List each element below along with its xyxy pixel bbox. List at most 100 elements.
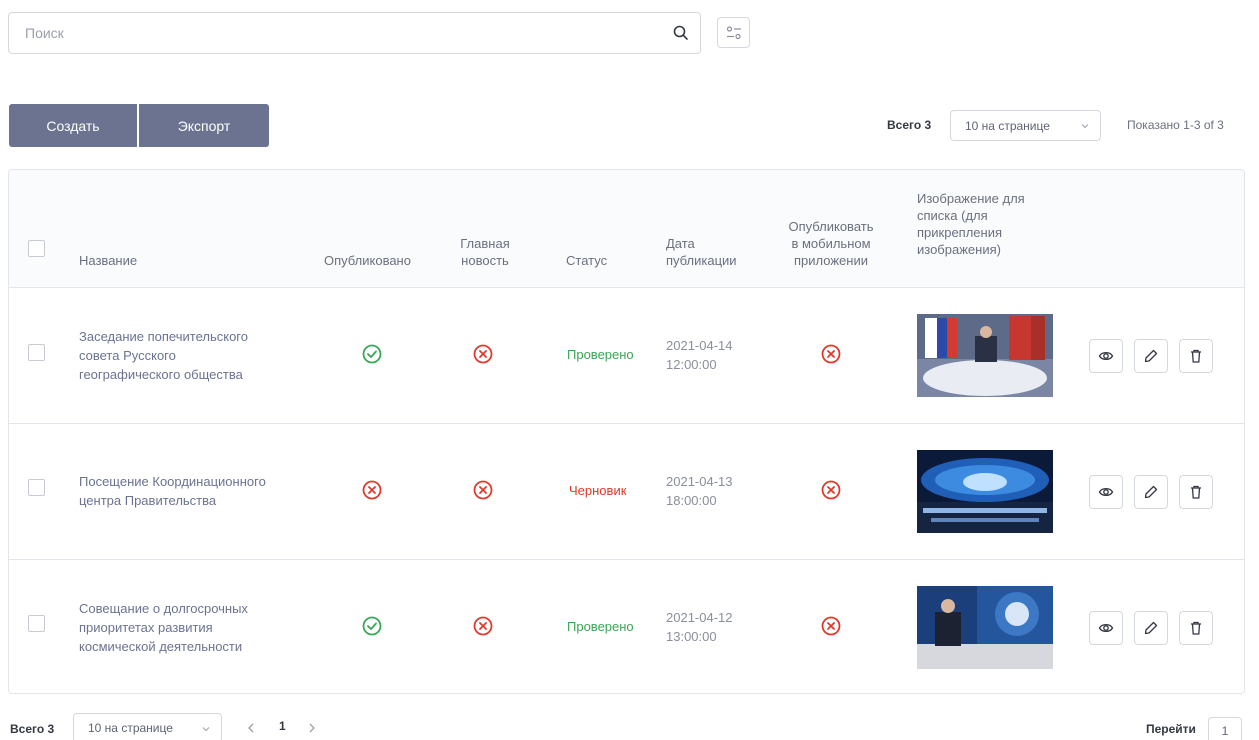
column-header-main-news-line: новость — [461, 253, 509, 268]
footer-page-size-select[interactable]: 10 на странице — [73, 713, 222, 740]
column-header-image-line: прикрепления — [917, 225, 1003, 240]
chevron-right-icon[interactable] — [307, 722, 317, 734]
column-header-mobile-line: Опубликовать — [788, 219, 874, 234]
select-all-checkbox[interactable] — [28, 240, 45, 257]
status-badge: Проверено — [567, 347, 634, 362]
column-header-mobile-line: приложении — [794, 253, 868, 268]
current-page-number[interactable]: 1 — [279, 719, 286, 733]
page-size-value: 10 на странице — [965, 118, 1050, 133]
news-thumbnail[interactable] — [917, 314, 1053, 397]
edit-button[interactable] — [1134, 339, 1168, 373]
create-button[interactable]: Создать — [9, 104, 137, 147]
edit-button[interactable] — [1134, 611, 1168, 645]
status-badge: Черновик — [569, 483, 627, 498]
search-box — [8, 12, 701, 54]
chevron-left-icon[interactable] — [246, 722, 256, 734]
cross-circle-icon — [821, 616, 841, 636]
publication-date-time: 12:00:00 — [666, 357, 717, 372]
delete-button[interactable] — [1179, 611, 1213, 645]
column-header-pub-date-line: Дата — [666, 236, 695, 251]
news-title-line: космической деятельности — [79, 639, 243, 654]
column-header-pub-date[interactable]: Дата публикации — [666, 235, 737, 269]
cross-circle-icon — [473, 616, 493, 636]
publication-date: 2021-04-14 12:00:00 — [666, 336, 733, 374]
publication-date: 2021-04-12 13:00:00 — [666, 608, 733, 646]
news-thumbnail[interactable] — [917, 586, 1053, 669]
filter-settings-button[interactable] — [717, 17, 750, 48]
search-input[interactable] — [9, 13, 659, 53]
column-header-main-news[interactable]: Главная новость — [455, 235, 515, 269]
column-header-mobile[interactable]: Опубликовать в мобильном приложении — [779, 218, 883, 269]
view-button[interactable] — [1089, 475, 1123, 509]
publication-date-day: 2021-04-12 — [666, 610, 733, 625]
cross-circle-icon — [473, 480, 493, 500]
news-title-line: центра Правительства — [79, 493, 217, 508]
pencil-icon — [1144, 621, 1158, 635]
eye-icon — [1098, 487, 1114, 497]
publication-date-day: 2021-04-13 — [666, 474, 733, 489]
eye-icon — [1098, 351, 1114, 361]
cross-circle-icon — [362, 480, 382, 500]
news-title-line: Совещание о долгосрочных — [79, 601, 248, 616]
check-circle-icon — [362, 616, 382, 636]
pencil-icon — [1144, 485, 1158, 499]
column-header-image-line: изображения) — [917, 242, 1001, 257]
status-badge: Проверено — [567, 619, 634, 634]
column-header-image-line: списка (для — [917, 208, 988, 223]
column-header-status[interactable]: Статус — [566, 252, 607, 269]
trash-icon — [1191, 621, 1201, 635]
trash-icon — [1191, 349, 1201, 363]
publication-date-time: 13:00:00 — [666, 629, 717, 644]
news-title-line: совета Русского — [79, 348, 176, 363]
cross-circle-icon — [821, 480, 841, 500]
footer-page-size-value: 10 на странице — [88, 721, 173, 735]
news-title-line: Посещение Координационного — [79, 474, 266, 489]
trash-icon — [1191, 485, 1201, 499]
table-row: Заседание попечительского совета Русског… — [9, 288, 1244, 424]
goto-page-label: Перейти — [1146, 722, 1196, 736]
column-header-mobile-line: в мобильном — [791, 236, 871, 251]
publication-date: 2021-04-13 18:00:00 — [666, 472, 733, 510]
news-title-link[interactable]: Заседание попечительского совета Русског… — [79, 327, 299, 384]
column-header-title[interactable]: Название — [79, 252, 137, 269]
column-header-published[interactable]: Опубликовано — [324, 252, 411, 269]
eye-icon — [1098, 623, 1114, 633]
delete-button[interactable] — [1179, 475, 1213, 509]
edit-button[interactable] — [1134, 475, 1168, 509]
news-title-link[interactable]: Посещение Координационного центра Правит… — [79, 472, 299, 510]
delete-button[interactable] — [1179, 339, 1213, 373]
table-row: Совещание о долгосрочных приоритетах раз… — [9, 560, 1244, 693]
column-header-main-news-line: Главная — [460, 236, 510, 251]
table-row: Посещение Координационного центра Правит… — [9, 424, 1244, 560]
shown-range-label: Показано 1-3 of 3 — [1127, 118, 1224, 132]
row-checkbox[interactable] — [28, 344, 45, 361]
column-header-image[interactable]: Изображение для списка (для прикрепления… — [917, 190, 1025, 258]
publication-date-day: 2021-04-14 — [666, 338, 733, 353]
news-title-line: Заседание попечительского — [79, 329, 248, 344]
table-header: Название Опубликовано Главная новость Ст… — [9, 170, 1244, 288]
total-count-label: Всего 3 — [887, 118, 932, 132]
publication-date-time: 18:00:00 — [666, 493, 717, 508]
export-button[interactable]: Экспорт — [139, 104, 269, 147]
goto-page-input[interactable] — [1208, 717, 1242, 740]
search-icon[interactable] — [672, 24, 690, 42]
news-title-line: географического общества — [79, 367, 243, 382]
news-table: Название Опубликовано Главная новость Ст… — [8, 169, 1245, 694]
row-checkbox[interactable] — [28, 615, 45, 632]
footer-total-label: Всего 3 — [10, 722, 55, 736]
view-button[interactable] — [1089, 339, 1123, 373]
news-thumbnail[interactable] — [917, 450, 1053, 533]
row-checkbox[interactable] — [28, 479, 45, 496]
page-size-select[interactable]: 10 на странице — [950, 110, 1101, 141]
cross-circle-icon — [473, 344, 493, 364]
column-header-image-line: Изображение для — [917, 191, 1025, 206]
cross-circle-icon — [821, 344, 841, 364]
news-title-line: приоритетах развития — [79, 620, 213, 635]
filter-settings-icon — [726, 25, 741, 39]
check-circle-icon — [362, 344, 382, 364]
news-title-link[interactable]: Совещание о долгосрочных приоритетах раз… — [79, 599, 299, 656]
chevron-down-icon — [1081, 124, 1089, 129]
pencil-icon — [1144, 349, 1158, 363]
column-header-pub-date-line: публикации — [666, 253, 737, 268]
view-button[interactable] — [1089, 611, 1123, 645]
